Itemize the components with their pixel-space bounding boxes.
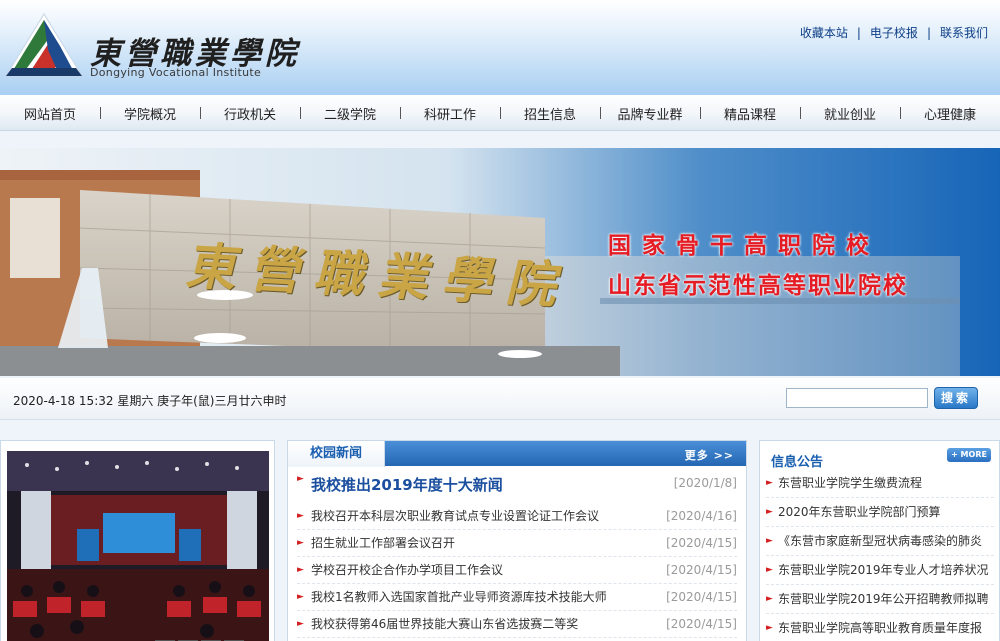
photo-slider-panel: 1 2 3 4: [0, 440, 275, 641]
search-input[interactable]: [786, 388, 928, 408]
nav-item-admissions[interactable]: 招生信息: [500, 104, 600, 123]
news-title[interactable]: 我校获得第46届世界技能大赛山东省选拔赛二等奖: [311, 617, 578, 631]
nav-item-courses[interactable]: 精品课程: [700, 104, 800, 123]
list-item[interactable]: ► 东营职业学院2019年公开招聘教师拟聘: [766, 585, 994, 614]
bookmark-link[interactable]: 收藏本站: [800, 26, 848, 40]
headline-title[interactable]: 我校推出2019年度十大新闻: [297, 476, 503, 494]
date-search-bar: 2020-4-18 15:32 星期六 庚子年(鼠)三月廿六申时 搜索: [0, 378, 1000, 420]
main-nav: 网站首页 学院概况 行政机关 二级学院 科研工作 招生信息 品牌专业群 精品课程…: [0, 95, 1000, 131]
news-title[interactable]: 我校召开本科层次职业教育试点专业设置论证工作会议: [311, 509, 599, 523]
notices-title: 信息公告: [771, 455, 824, 470]
list-item[interactable]: ► 东营职业学院2019年专业人才培养状况: [766, 556, 994, 585]
news-title[interactable]: 招生就业工作部署会议召开: [311, 536, 455, 550]
campus-news-more-link[interactable]: 更多 >>: [685, 447, 734, 463]
list-item[interactable]: ► 东营职业学院高等职业教育质量年度报: [766, 614, 994, 641]
arrow-right-icon: ►: [766, 594, 773, 604]
contact-us-link[interactable]: 联系我们: [940, 26, 988, 40]
arrow-right-icon: ►: [766, 565, 773, 575]
nav-item-mental-health[interactable]: 心理健康: [900, 104, 1000, 123]
list-item[interactable]: ► 我校1名教师入选国家首批产业导师资源库技术技能大师 [2020/4/15]: [297, 584, 737, 611]
tab-campus-news[interactable]: 校园新闻: [288, 441, 385, 467]
campus-news-header: 校园新闻 更多 >>: [288, 441, 746, 467]
logo-emblem-icon[interactable]: [2, 10, 86, 78]
arrow-right-icon: ►: [766, 536, 773, 546]
list-item[interactable]: ► 招生就业工作部署会议召开 [2020/4/15]: [297, 530, 737, 557]
news-title[interactable]: 我校1名教师入选国家首批产业导师资源库技术技能大师: [311, 590, 607, 604]
logo-english-name: Dongying Vocational Institute: [90, 66, 262, 79]
arrow-right-icon: ►: [766, 507, 773, 517]
campus-event-photo[interactable]: 1 2 3 4: [7, 451, 269, 641]
search-button[interactable]: 搜索: [934, 387, 978, 409]
arrow-right-icon: ►: [766, 623, 773, 633]
news-date: [2020/4/15]: [666, 590, 737, 604]
nav-item-admin[interactable]: 行政机关: [200, 104, 300, 123]
list-item[interactable]: ► 我校获得第46届世界技能大赛山东省选拔赛二等奖 [2020/4/15]: [297, 611, 737, 638]
nav-item-brand-majors[interactable]: 品牌专业群: [600, 104, 700, 123]
arrow-right-icon: ►: [297, 592, 304, 602]
nav-item-home[interactable]: 网站首页: [0, 104, 100, 123]
news-date: [2020/4/15]: [666, 563, 737, 577]
list-item[interactable]: ► 我校召开本科层次职业教育试点专业设置论证工作会议 [2020/4/16]: [297, 503, 737, 530]
separator: |: [856, 26, 861, 40]
notices-more-button[interactable]: + MORE: [947, 448, 991, 462]
notice-title[interactable]: 东营职业学院高等职业教育质量年度报: [778, 621, 982, 635]
banner-slogan-2: 山东省示范性高等职业院校: [608, 272, 908, 299]
notice-list: ► 东营职业学院学生缴费流程 ► 2020年东营职业学院部门预算 ► 《东营市家庭新型…: [766, 469, 994, 641]
nav-item-colleges[interactable]: 二级学院: [300, 104, 400, 123]
arrow-right-icon: ►: [297, 565, 304, 575]
notice-title[interactable]: 2020年东营职业学院部门预算: [778, 505, 941, 519]
news-list: ► 我校召开本科层次职业教育试点专业设置论证工作会议 [2020/4/16] ► 招生…: [297, 503, 737, 638]
list-item[interactable]: ► 2020年东营职业学院部门预算: [766, 498, 994, 527]
news-date: [2020/4/15]: [666, 536, 737, 550]
auditorium-image: [7, 451, 269, 641]
headline-date: [2020/1/8]: [673, 476, 737, 490]
list-item[interactable]: ► 《东营市家庭新型冠状病毒感染的肺炎: [766, 527, 994, 556]
current-date-time: 2020-4-18 15:32 星期六 庚子年(鼠)三月廿六申时: [13, 394, 287, 408]
headline-news[interactable]: ► 我校推出2019年度十大新闻 [2020/1/8]: [297, 474, 737, 495]
nav-item-about[interactable]: 学院概况: [100, 104, 200, 123]
top-links: 收藏本站 | 电子校报 | 联系我们: [800, 24, 988, 41]
arrow-right-icon: ►: [766, 478, 773, 488]
arrow-right-icon: ►: [297, 511, 304, 521]
news-date: [2020/4/16]: [666, 509, 737, 523]
news-title[interactable]: 学校召开校企合作办学项目工作会议: [311, 563, 503, 577]
nav-item-employment[interactable]: 就业创业: [800, 104, 900, 123]
e-newspaper-link[interactable]: 电子校报: [870, 26, 918, 40]
separator: |: [926, 26, 931, 40]
list-item[interactable]: ► 东营职业学院学生缴费流程: [766, 469, 994, 498]
notice-title[interactable]: 东营职业学院学生缴费流程: [778, 476, 922, 490]
campus-news-panel: 校园新闻 更多 >> ► 我校推出2019年度十大新闻 [2020/1/8] ►…: [287, 440, 747, 641]
news-date: [2020/4/15]: [666, 617, 737, 631]
notices-panel: 信息公告 + MORE ► 东营职业学院学生缴费流程 ► 2020年东营职业学院部门…: [759, 440, 1000, 641]
notice-title[interactable]: 东营职业学院2019年公开招聘教师拟聘: [778, 592, 989, 606]
nav-item-research[interactable]: 科研工作: [400, 104, 500, 123]
hero-banner: 東營職業學院 国家骨干高职院校 山东省示范性高等职业院校: [0, 148, 1000, 376]
notice-title[interactable]: 《东营市家庭新型冠状病毒感染的肺炎: [778, 534, 982, 548]
arrow-right-icon: ►: [297, 474, 304, 484]
site-header: 東營職業學院 Dongying Vocational Institute 收藏本…: [0, 0, 1000, 95]
banner-slogan-1: 国家骨干高职院校: [608, 232, 880, 259]
arrow-right-icon: ►: [297, 538, 304, 548]
list-item[interactable]: ► 学校召开校企合作办学项目工作会议 [2020/4/15]: [297, 557, 737, 584]
arrow-right-icon: ►: [297, 619, 304, 629]
notice-title[interactable]: 东营职业学院2019年专业人才培养状况: [778, 563, 989, 577]
